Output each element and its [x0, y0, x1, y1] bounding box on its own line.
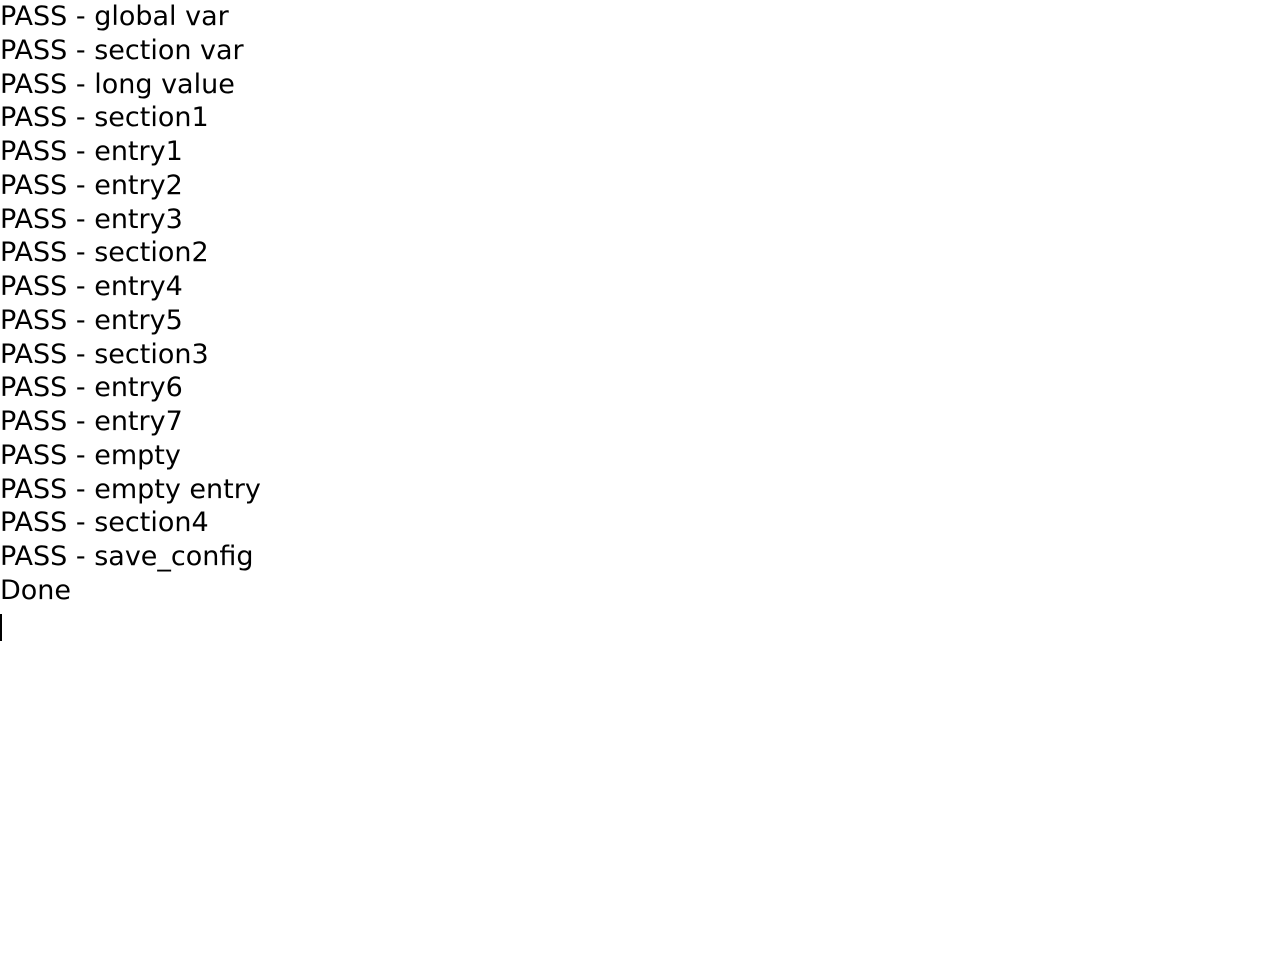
- output-line: Done: [0, 574, 1280, 608]
- output-line: PASS - section1: [0, 101, 1280, 135]
- text-cursor: [0, 614, 2, 641]
- output-line: PASS - entry5: [0, 304, 1280, 338]
- cursor-line: [0, 608, 1280, 642]
- output-line: PASS - entry3: [0, 203, 1280, 237]
- output-line: PASS - entry7: [0, 405, 1280, 439]
- output-line: PASS - section var: [0, 34, 1280, 68]
- output-line: PASS - empty: [0, 439, 1280, 473]
- output-line: PASS - long value: [0, 68, 1280, 102]
- output-line: PASS - global var: [0, 0, 1280, 34]
- output-line: PASS - entry1: [0, 135, 1280, 169]
- output-line: PASS - entry6: [0, 371, 1280, 405]
- output-line: PASS - save_config: [0, 540, 1280, 574]
- output-line: PASS - section3: [0, 338, 1280, 372]
- output-line: PASS - section2: [0, 236, 1280, 270]
- output-line: PASS - empty entry: [0, 473, 1280, 507]
- terminal-output: PASS - global var PASS - section var PAS…: [0, 0, 1280, 641]
- output-line: PASS - entry4: [0, 270, 1280, 304]
- output-line: PASS - section4: [0, 506, 1280, 540]
- output-line: PASS - entry2: [0, 169, 1280, 203]
